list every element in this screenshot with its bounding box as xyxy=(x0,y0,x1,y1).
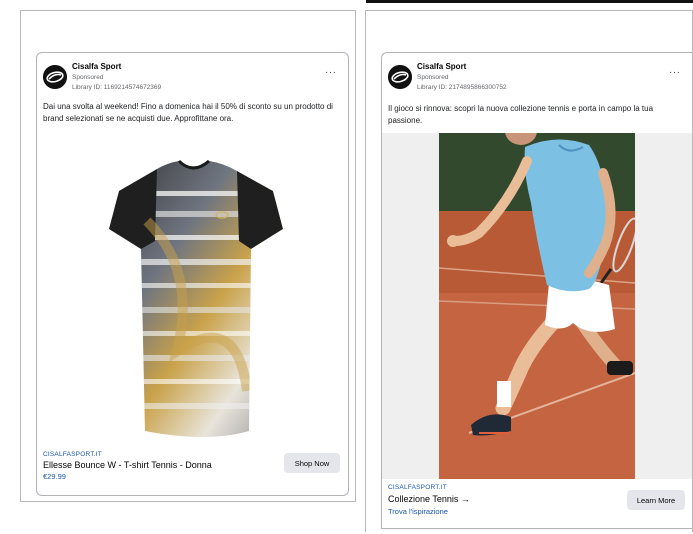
sponsored-label: Sponsored xyxy=(417,74,449,81)
ad-domain[interactable]: CISALFASPORT.IT xyxy=(43,451,102,458)
ad-media[interactable] xyxy=(37,131,348,441)
ad-media[interactable] xyxy=(439,133,635,479)
ad-header: Cisalfa Sport Sponsored Library ID: 1169… xyxy=(37,53,348,95)
advertiser-logo-icon[interactable] xyxy=(388,65,412,89)
advertiser-logo-icon[interactable] xyxy=(43,65,67,89)
ad-collection-title[interactable]: Collezione Tennis → xyxy=(388,494,470,504)
sponsored-label: Sponsored xyxy=(72,74,104,81)
ad-body-text: Dai una svolta al weekend! Fino a domeni… xyxy=(43,102,333,123)
shop-now-button[interactable]: Shop Now xyxy=(284,453,340,473)
more-options-icon[interactable]: ··· xyxy=(669,67,681,78)
ad-card-left: Cisalfa Sport Sponsored Library ID: 1169… xyxy=(36,52,349,496)
ad-product-price: €29.99 xyxy=(43,472,66,481)
more-options-icon[interactable]: ··· xyxy=(325,67,337,78)
ad-card-right: Cisalfa Sport Sponsored Library ID: 2174… xyxy=(381,52,692,529)
ad-body-text: Il gioco si rinnova: scopri la nuova col… xyxy=(388,104,654,125)
library-id: Library ID: 1169214574672369 xyxy=(72,84,162,91)
top-border-line xyxy=(366,0,693,3)
ad-inspiration-link[interactable]: Trova l'ispirazione xyxy=(388,507,448,516)
t-shirt-image xyxy=(109,159,283,437)
library-id: Library ID: 2174895866300752 xyxy=(417,84,507,91)
ad-header: Cisalfa Sport Sponsored Library ID: 2174… xyxy=(382,53,692,95)
learn-more-button[interactable]: Learn More xyxy=(627,490,685,510)
ad-product-title[interactable]: Ellesse Bounce W - T-shirt Tennis - Donn… xyxy=(43,460,212,470)
advertiser-name[interactable]: Cisalfa Sport xyxy=(72,62,121,71)
tennis-player-photo xyxy=(439,133,635,479)
ad-domain[interactable]: CISALFASPORT.IT xyxy=(388,484,447,491)
advertiser-name[interactable]: Cisalfa Sport xyxy=(417,62,466,71)
